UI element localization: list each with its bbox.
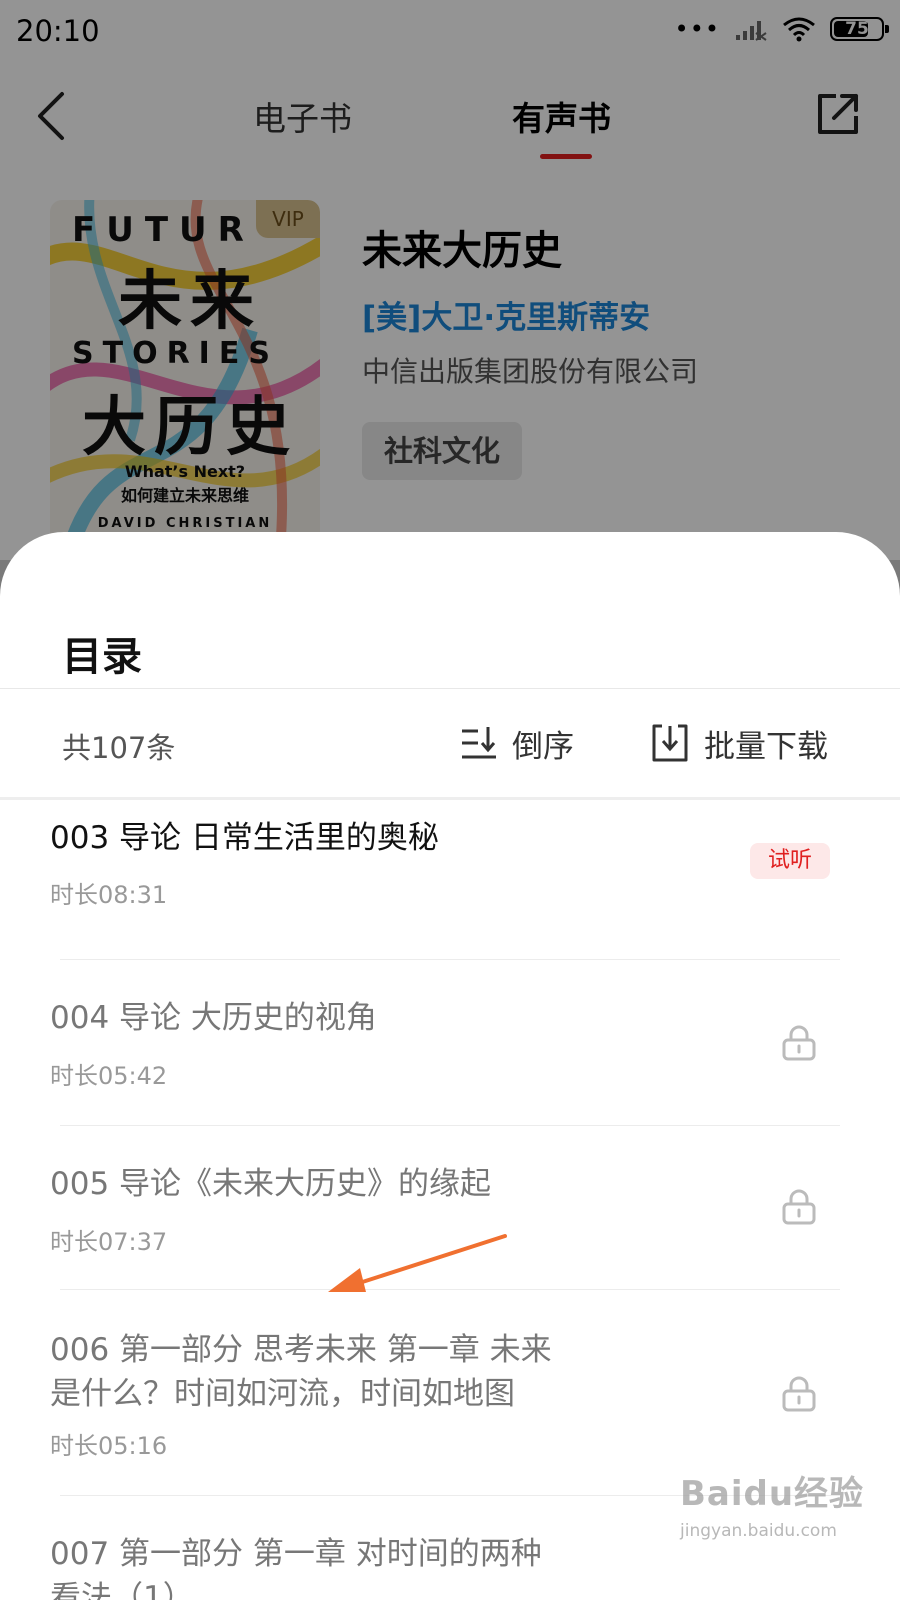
cover-author-en: DAVID CHRISTIAN — [97, 516, 273, 531]
sort-icon — [462, 727, 496, 759]
episode-title: 006 第一部分 思考未来 第一章 未来 是什么？时间如河流，时间如地图 — [50, 1328, 610, 1416]
signal-icon — [736, 21, 767, 41]
more-dots-icon: ••• — [674, 15, 720, 43]
episode-title-line: 007 第一部分 第一章 对时间的两种 — [50, 1536, 542, 1572]
tab-ebook[interactable]: 电子书 — [253, 92, 352, 140]
back-arrow-icon[interactable] — [30, 88, 74, 144]
tab-audiobook[interactable]: 有声书 — [512, 92, 611, 140]
status-icons: ••• 75 — [674, 15, 889, 43]
annotation-arrow-icon — [328, 1234, 507, 1292]
download-icon — [652, 724, 688, 762]
wifi-icon — [783, 17, 815, 42]
top-nav: 电子书 有声书 — [0, 62, 900, 172]
catalog-sheet: 目录 共107条 倒序 批量下载 003 导论 日常生活里的奥秘 时长08:31… — [0, 532, 900, 1600]
lock-icon — [782, 1025, 816, 1061]
share-icon[interactable] — [812, 88, 864, 140]
watermark-url: jingyan.baidu.com — [680, 1521, 837, 1541]
book-cover[interactable]: VIP FUTUR 未来 STORIES 大历史 What’s Next? 如何… — [50, 200, 320, 550]
baidu-jingyan-watermark: Baidu经验 jingyan.baidu.com — [680, 1466, 880, 1566]
episode-duration: 时长07:37 — [50, 1228, 168, 1256]
status-time: 20:10 — [16, 14, 100, 48]
battery-level: 75 — [845, 19, 869, 39]
watermark-logo: Baidu经验 — [680, 1474, 865, 1514]
episode-title: 007 第一部分 第一章 对时间的两种 看法（1） — [50, 1532, 610, 1600]
cover-line-en-2: STORIES — [72, 336, 279, 371]
episode-title-line: 看法（1） — [50, 1580, 194, 1600]
cover-subtitle-cn: 如何建立未来思维 — [120, 486, 249, 505]
cover-line-cn-1: 未来 — [118, 265, 262, 339]
episode-duration: 时长05:16 — [50, 1432, 168, 1460]
episode-title-line: 006 第一部分 思考未来 第一章 未来 — [50, 1332, 552, 1368]
book-detail-page: 20:10 ••• 75 电子书 有声书 VIP FUTUR 未来 STORIE… — [0, 0, 900, 560]
category-tag[interactable]: 社科文化 — [362, 422, 523, 480]
episode-title-line: 是什么？时间如河流，时间如地图 — [50, 1376, 515, 1412]
episode-item-003[interactable]: 003 导论 日常生活里的奥秘 时长08:31 试听 — [0, 800, 900, 960]
episode-title: 004 导论 大历史的视角 — [50, 1000, 377, 1036]
cover-line-cn-2: 大历史 — [82, 391, 298, 465]
episode-duration: 时长08:31 — [50, 881, 168, 909]
batch-download-button[interactable]: 批量下载 — [650, 715, 828, 771]
lock-icon — [782, 1189, 816, 1225]
catalog-title: 目录 — [62, 634, 142, 680]
episode-duration: 时长05:42 — [50, 1062, 168, 1090]
reverse-order-label: 倒序 — [512, 728, 574, 765]
episode-title: 005 导论《未来大历史》的缘起 — [50, 1166, 492, 1202]
book-title: 未来大历史 — [362, 228, 562, 274]
status-bar: 20:10 ••• 75 — [0, 0, 900, 62]
episode-item-004[interactable]: 004 导论 大历史的视角 时长05:42 — [0, 960, 900, 1126]
trial-badge[interactable]: 试听 — [750, 843, 830, 879]
lock-icon — [782, 1376, 816, 1412]
book-publisher: 中信出版集团股份有限公司 — [362, 355, 699, 388]
batch-download-label: 批量下载 — [704, 728, 828, 765]
active-tab-indicator — [540, 154, 592, 159]
cover-subtitle-en: What’s Next? — [124, 462, 246, 481]
catalog-toolbar: 共107条 倒序 批量下载 — [0, 689, 900, 797]
battery-icon: 75 — [830, 17, 889, 41]
cover-line-en-1: FUTUR — [72, 210, 255, 250]
episode-title: 003 导论 日常生活里的奥秘 — [50, 820, 439, 856]
reverse-order-button[interactable]: 倒序 — [460, 715, 574, 771]
episode-count: 共107条 — [62, 731, 176, 765]
book-author[interactable]: [美]大卫·克里斯蒂安 — [362, 292, 650, 337]
